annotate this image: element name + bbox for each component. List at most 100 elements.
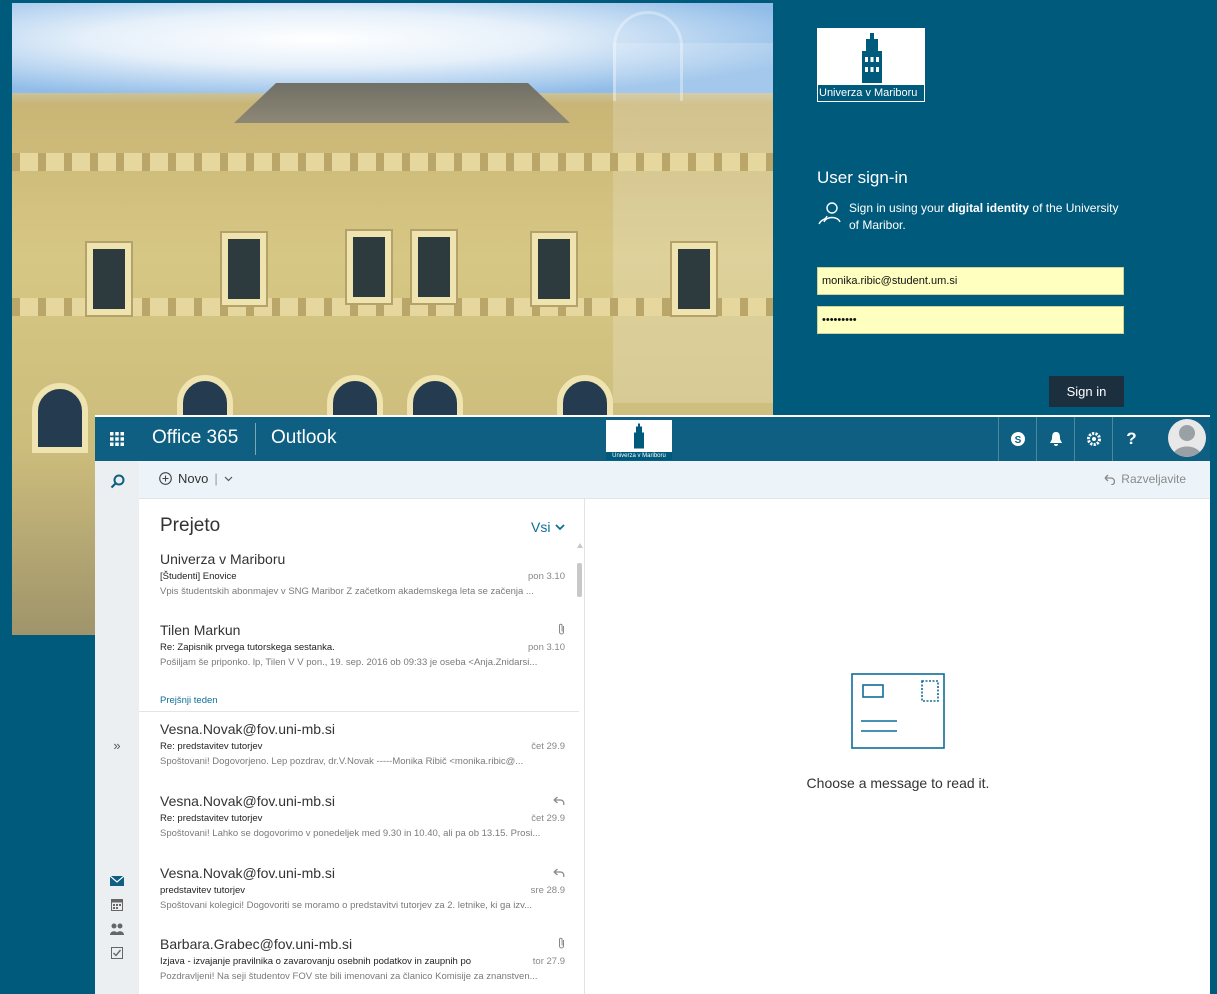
- settings-button[interactable]: [1074, 417, 1112, 461]
- message-preview: Pošiljam še priponko. lp, Tilen V V pon.…: [160, 657, 538, 668]
- message-preview: Spoštovani! Dogovorjeno. Lep pozdrav, dr…: [160, 756, 524, 767]
- suite-title[interactable]: Office 365: [152, 427, 238, 449]
- reading-pane: Choose a message to read it.: [586, 499, 1210, 994]
- new-message-label: Novo: [178, 471, 209, 486]
- signin-title: User sign-in: [817, 168, 908, 187]
- desc-start: Sign in using your: [849, 201, 948, 215]
- message-sender: Univerza v Mariboru: [160, 551, 286, 567]
- message-sender: Vesna.Novak@fov.uni-mb.si: [160, 865, 336, 881]
- list-item[interactable]: Vesna.Novak@fov.uni-mb.si predstavitev t…: [160, 865, 565, 911]
- header-logo-caption: Univerza v Mariboru: [606, 452, 672, 460]
- window: [412, 231, 456, 303]
- chevron-down-icon: [555, 523, 566, 530]
- list-item[interactable]: Vesna.Novak@fov.uni-mb.si Re: predstavit…: [160, 721, 565, 767]
- search-button[interactable]: [95, 469, 139, 493]
- suite-header: Office 365 Outlook Univerza v Mariboru S…: [95, 415, 1210, 461]
- window: [532, 233, 576, 305]
- logo-caption: Univerza v Mariboru: [818, 85, 924, 101]
- tasks-button[interactable]: [95, 941, 139, 965]
- message-subject: Izjava - izvajanje pravilnika o zavarova…: [160, 956, 472, 967]
- undo-label: Razveljavite: [1121, 472, 1186, 486]
- message-date: pon 3.10: [528, 571, 565, 582]
- message-subject: [Študenti] Enovice: [160, 571, 237, 582]
- message-list: Prejeto Vsi Univerza v Mariboru [Študent…: [139, 499, 585, 994]
- app-title[interactable]: Outlook: [271, 427, 336, 449]
- list-item[interactable]: Tilen Markun Re: Zapisnik prvega tutorsk…: [160, 622, 565, 668]
- message-subject: Re: predstavitev tutorjev: [160, 741, 263, 752]
- help-icon: ?: [1126, 429, 1137, 448]
- filter-label: Vsi: [531, 519, 551, 535]
- desc-bold: digital identity: [947, 201, 1030, 215]
- message-preview: Spoštovani! Lahko se dogovorimo v ponede…: [160, 828, 541, 839]
- calendar-icon: [111, 899, 123, 911]
- navigation-rail: »: [95, 461, 139, 994]
- folder-title: Prejeto: [160, 515, 221, 536]
- message-sender: Vesna.Novak@fov.uni-mb.si: [160, 793, 336, 809]
- header-separator: [255, 423, 256, 455]
- message-date: sre 28.9: [530, 885, 565, 896]
- header-university-logo: Univerza v Mariboru: [606, 420, 672, 460]
- mail-icon: [110, 876, 124, 886]
- window: [347, 231, 391, 303]
- message-sender: Barbara.Grabec@fov.uni-mb.si: [160, 936, 353, 952]
- plus-circle-icon: [159, 472, 172, 485]
- scroll-up-icon[interactable]: [577, 543, 583, 548]
- group-divider: [139, 711, 579, 712]
- message-subject: predstavitev tutorjev: [160, 885, 246, 896]
- undo-icon: [1104, 474, 1116, 485]
- building-logo-icon: [862, 33, 882, 83]
- message-date: čet 29.9: [531, 741, 565, 752]
- outlook-window: Office 365 Outlook Univerza v Mariboru S…: [95, 415, 1210, 994]
- password-field[interactable]: [817, 306, 1124, 334]
- help-button[interactable]: ?: [1112, 417, 1150, 461]
- message-date: pon 3.10: [528, 642, 565, 653]
- window: [222, 233, 266, 305]
- message-sender: Vesna.Novak@fov.uni-mb.si: [160, 721, 336, 737]
- message-date: čet 29.9: [531, 813, 565, 824]
- window: [672, 243, 716, 315]
- message-subject: Re: predstavitev tutorjev: [160, 813, 263, 824]
- list-item[interactable]: Univerza v Mariboru [Študenti] Enovice po…: [160, 551, 565, 597]
- envelope-icon: [851, 673, 945, 749]
- command-bar: Novo | Razveljavite: [139, 461, 1210, 499]
- scrollbar-thumb[interactable]: [577, 563, 582, 597]
- user-avatar-icon: [1172, 425, 1202, 457]
- skype-icon: S: [1010, 432, 1025, 446]
- username-field[interactable]: [817, 267, 1124, 295]
- calendar-button[interactable]: [95, 893, 139, 917]
- message-preview: Pozdravljeni! Na seji študentov FOV ste …: [160, 971, 538, 982]
- list-scrollbar[interactable]: [577, 543, 583, 603]
- user-avatar[interactable]: [1168, 419, 1206, 457]
- cornice: [12, 153, 773, 171]
- arched-window: [32, 383, 88, 453]
- chevron-down-icon[interactable]: [224, 476, 233, 482]
- app-launcher-button[interactable]: [95, 417, 139, 461]
- expand-button[interactable]: »: [95, 733, 139, 757]
- people-button[interactable]: [95, 917, 139, 941]
- attachment-icon: [558, 623, 565, 638]
- svg-text:S: S: [1014, 435, 1021, 446]
- undo-button[interactable]: Razveljavite: [1104, 472, 1186, 486]
- new-separator: |: [214, 471, 218, 486]
- list-item[interactable]: Barbara.Grabec@fov.uni-mb.si Izjava - iz…: [160, 936, 565, 982]
- signin-description: Sign in using your digital identity of t…: [817, 200, 1129, 234]
- signin-panel: Univerza v Mariboru User sign-in Sign in…: [773, 0, 1217, 415]
- mail-button[interactable]: [95, 869, 139, 893]
- message-sender: Tilen Markun: [160, 622, 241, 638]
- replied-icon: [553, 794, 565, 809]
- sign-in-button[interactable]: Sign in: [1049, 376, 1124, 407]
- building-logo-icon: [634, 423, 644, 449]
- list-item[interactable]: Vesna.Novak@fov.uni-mb.si Re: predstavit…: [160, 793, 565, 839]
- tasks-icon: [111, 947, 123, 959]
- people-icon: [110, 923, 124, 935]
- notifications-button[interactable]: [1036, 417, 1074, 461]
- skype-button[interactable]: S: [998, 417, 1036, 461]
- gear-icon: [1086, 432, 1101, 446]
- window: [87, 243, 131, 315]
- reading-pane-hint: Choose a message to read it.: [806, 775, 990, 791]
- message-preview: Spoštovani kolegici! Dogovoriti se moram…: [160, 900, 533, 911]
- new-message-button[interactable]: Novo |: [159, 471, 233, 486]
- waffle-icon: [110, 432, 124, 446]
- bell-icon: [1049, 432, 1062, 446]
- filter-dropdown[interactable]: Vsi: [531, 519, 566, 535]
